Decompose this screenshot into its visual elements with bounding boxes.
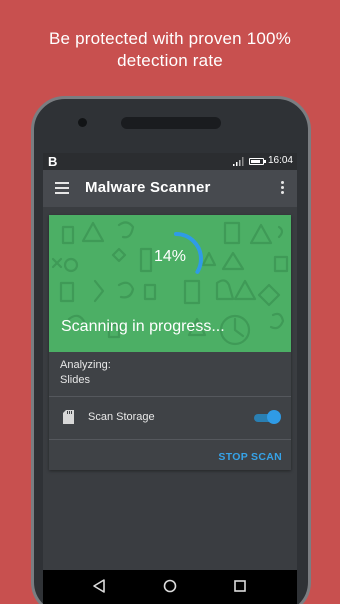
scan-card: 14% Scanning in progress... Analyzing: S… [49, 215, 291, 470]
back-icon[interactable] [92, 579, 106, 593]
analyzing-item: Slides [60, 374, 90, 386]
system-nav-bar [43, 570, 297, 604]
status-bar: B 16:04 [43, 153, 297, 170]
hamburger-icon[interactable] [55, 182, 69, 194]
status-time: 16:04 [267, 155, 293, 166]
sd-card-icon [63, 410, 74, 424]
more-vert-icon[interactable] [281, 181, 285, 195]
scan-hero: 14% Scanning in progress... [49, 215, 291, 352]
card-actions: STOP SCAN [49, 440, 291, 475]
analyzing-label: Analyzing: [60, 359, 111, 371]
scan-percent: 14% [153, 248, 187, 265]
headline-line-1: Be protected with proven 100% [48, 29, 292, 48]
camera-icon [78, 118, 87, 127]
stop-scan-button[interactable]: STOP SCAN [218, 451, 282, 463]
recents-icon[interactable] [233, 579, 247, 593]
scan-status-text: Scanning in progress... [61, 318, 225, 335]
app-notification-icon: B [48, 154, 58, 169]
phone-screen: B 16:04 Malware Scanner 14% Scanning in … [43, 153, 297, 604]
scan-storage-toggle[interactable] [254, 410, 281, 424]
app-title: Malware Scanner [85, 179, 211, 196]
headline-line-2: detection rate [117, 51, 223, 70]
scan-storage-row[interactable]: Scan Storage [49, 397, 291, 439]
analyzing-section: Analyzing: Slides [49, 352, 291, 396]
headline: Be protected with proven 100% detection … [0, 28, 340, 72]
speaker-grille [121, 117, 221, 129]
app-bar: Malware Scanner [43, 170, 297, 207]
battery-icon [249, 158, 266, 165]
scan-storage-label: Scan Storage [88, 411, 155, 423]
signal-icon [233, 157, 244, 166]
home-icon[interactable] [163, 579, 177, 593]
